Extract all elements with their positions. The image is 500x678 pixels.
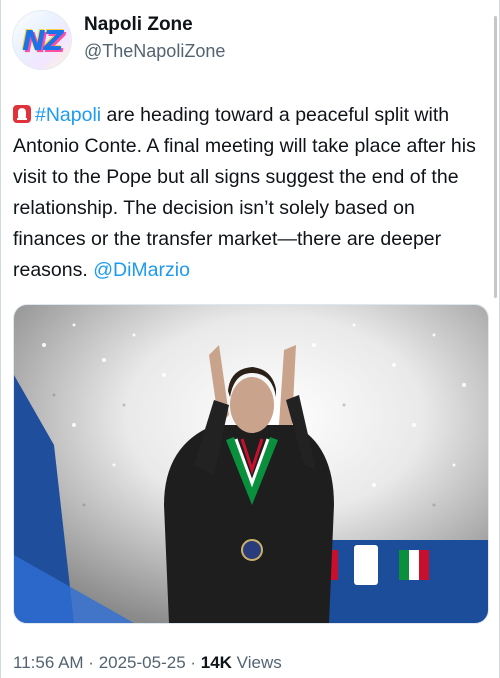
author-display-name[interactable]: Napoli Zone: [84, 13, 225, 37]
author-names: Napoli Zone @TheNapoliZone: [84, 13, 225, 63]
alert-siren-icon: [13, 105, 31, 123]
mention-link[interactable]: @DiMarzio: [93, 259, 190, 281]
author-handle[interactable]: @TheNapoliZone: [84, 39, 225, 63]
avatar-logo: NZ: [22, 23, 64, 57]
views-count: 14K: [200, 653, 232, 672]
photo-illustration: [14, 305, 488, 623]
tweet-body: are heading toward a peaceful split with…: [13, 104, 476, 281]
frame-left-border: [0, 0, 1, 678]
separator: ·: [185, 653, 201, 672]
scrollbar[interactable]: [494, 16, 497, 298]
tweet-photo[interactable]: [13, 304, 489, 624]
tweet-date[interactable]: 2025-05-25: [99, 653, 186, 672]
hashtag-link[interactable]: #Napoli: [35, 104, 101, 126]
avatar[interactable]: NZ: [12, 10, 72, 70]
tweet-footer: 11:56 AM · 2025-05-25 · 14K Views: [13, 652, 282, 674]
views-label: Views: [231, 653, 282, 672]
separator: ·: [83, 653, 99, 672]
tweet-text: #Napoli are heading toward a peaceful sp…: [13, 100, 489, 286]
tweet-time[interactable]: 11:56 AM: [13, 653, 84, 672]
tweet-header: NZ Napoli Zone @TheNapoliZone: [12, 10, 225, 70]
